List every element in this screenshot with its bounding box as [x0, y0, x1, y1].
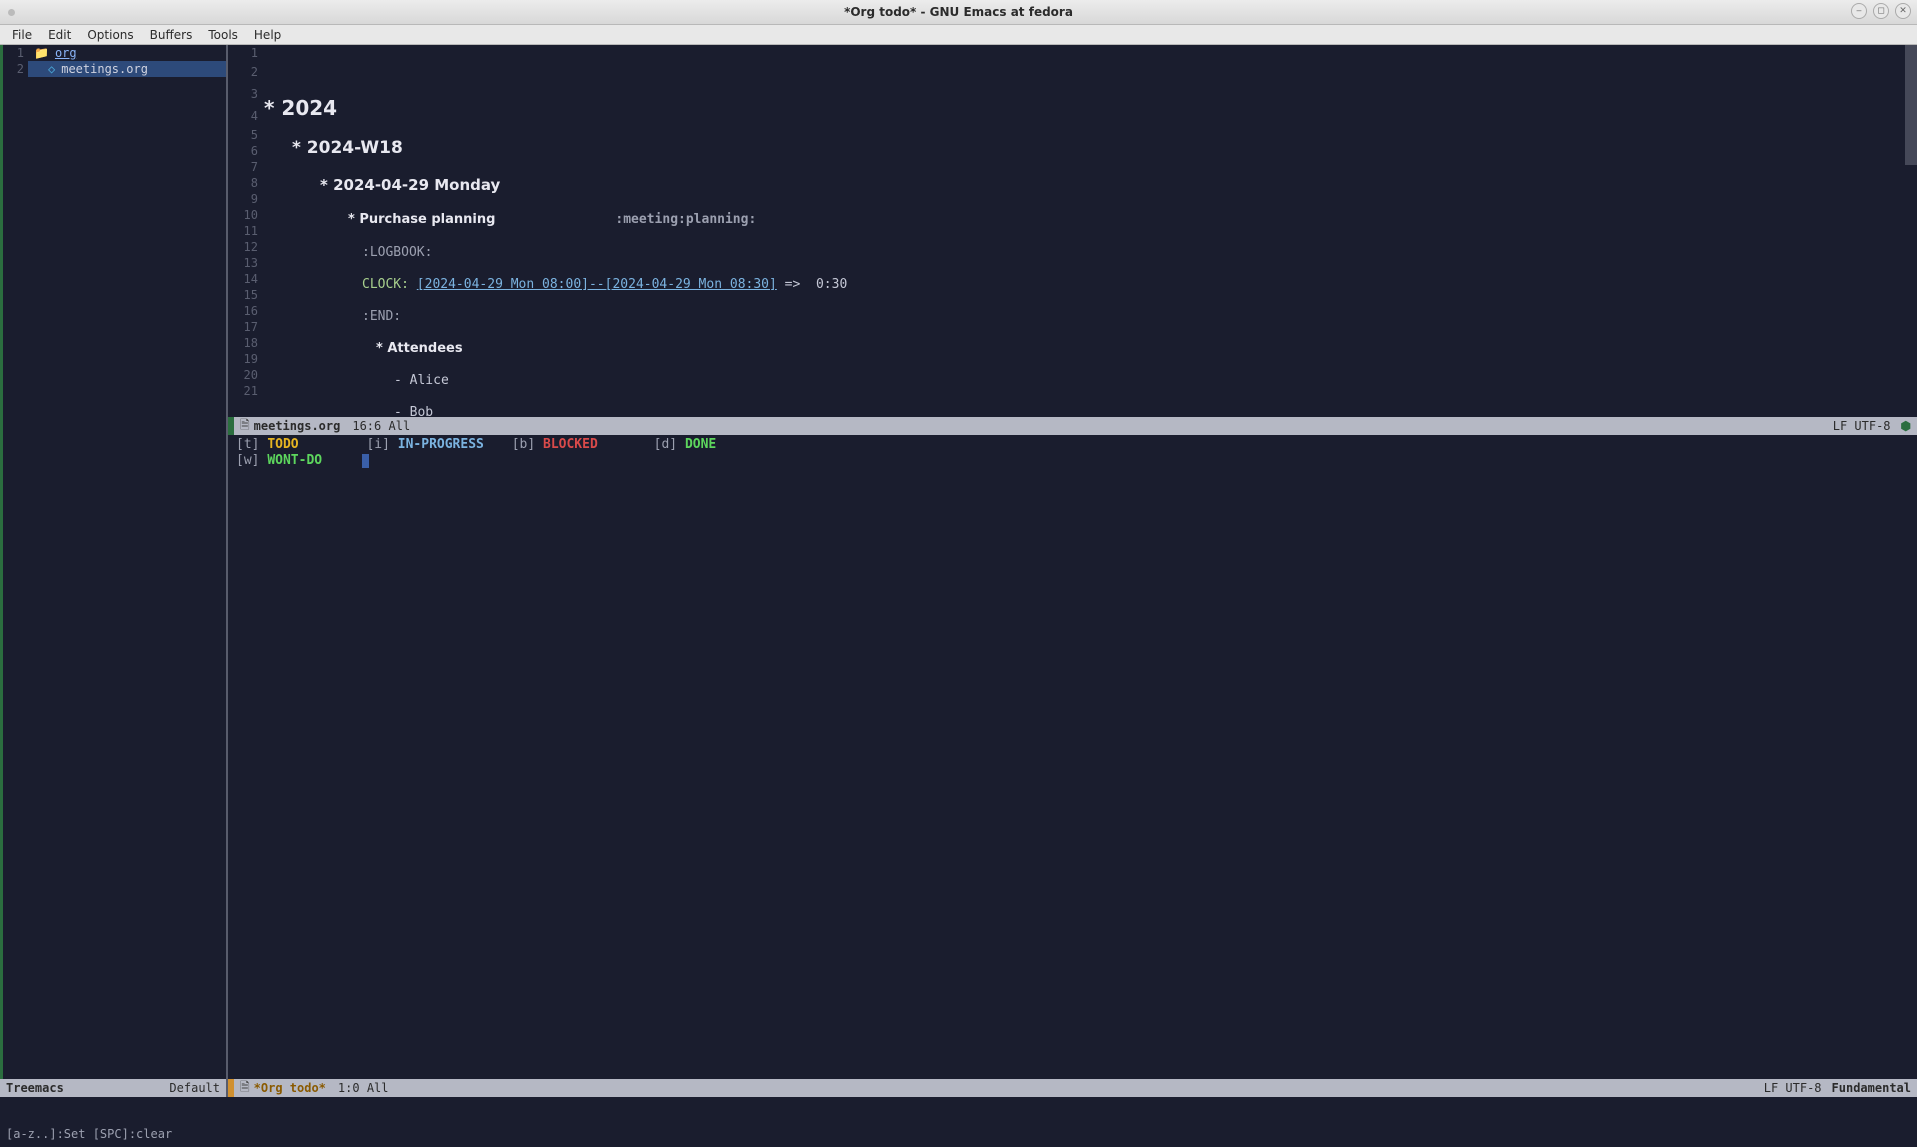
folder-icon: 📁 [34, 45, 49, 61]
window-titlebar: *Org todo* - GNU Emacs at fedora ‒ ◻ ✕ [0, 0, 1917, 25]
clock-timestamp: [2024-04-29 Mon 08:00]--[2024-04-29 Mon … [417, 277, 777, 292]
modeline-encoding: LF UTF-8 [1764, 1081, 1822, 1095]
window-controls: ‒ ◻ ✕ [1851, 3, 1911, 19]
todo-option-wont-do[interactable]: WONT-DO [267, 453, 322, 468]
main-area: 1 2 3 4 5 6 7 8 9 10 11 12 13 14 15 16 1… [228, 45, 1917, 1147]
org-buffer[interactable]: 1 2 3 4 5 6 7 8 9 10 11 12 13 14 15 16 1… [228, 45, 1917, 423]
sidebar-gutter: 1 2 [0, 45, 28, 1147]
tree-file-label: meetings.org [61, 61, 148, 77]
line-number-gutter: 1 2 3 4 5 6 7 8 9 10 11 12 13 14 15 16 1… [228, 45, 264, 423]
org-mode-icon: ⬢ [1901, 419, 1911, 433]
tree-root-label: org [55, 45, 77, 61]
buffer-modeline: 🗎 meetings.org 16:6 All LF UTF-8 ⬢ [228, 417, 1917, 435]
modeline-encoding: LF UTF-8 [1833, 419, 1891, 433]
todo-option-blocked[interactable]: BLOCKED [543, 437, 598, 452]
attendee-item: - Alice [264, 373, 1917, 389]
menu-tools[interactable]: Tools [200, 26, 246, 44]
treemacs-sidebar[interactable]: 1 2 📁 org ◇ meetings.org Treemacs Defaul… [0, 45, 228, 1147]
heading-year: * 2024 [264, 95, 1917, 121]
echo-area: [a-z..]:Set [SPC]:clear [0, 1097, 1917, 1147]
menu-edit[interactable]: Edit [40, 26, 79, 44]
modeline-indicator [228, 417, 234, 435]
menu-options[interactable]: Options [79, 26, 141, 44]
tree-file-meetings[interactable]: ◇ meetings.org [28, 61, 226, 77]
modeline-scroll: All [389, 419, 411, 433]
todo-option-done[interactable]: DONE [685, 437, 716, 452]
clock-keyword: CLOCK: [362, 277, 409, 292]
tree-project-root[interactable]: 📁 org [28, 45, 226, 61]
prompt-cursor [362, 454, 369, 468]
echo-text: [a-z..]:Set [SPC]:clear [6, 1127, 172, 1141]
org-content[interactable]: * 2024 * 2024-W18 * 2024-04-29 Monday * … [264, 45, 1917, 423]
scrollbar[interactable] [1905, 45, 1917, 165]
drawer-open: :LOGBOOK: [362, 245, 432, 260]
treemacs-modeline: Treemacs Default [0, 1079, 226, 1097]
modeline-position: 16:6 [352, 419, 381, 433]
todo-option-in-progress[interactable]: IN-PROGRESS [398, 437, 484, 452]
org-tags: :meeting:planning: [615, 211, 756, 229]
titlebar-dot [8, 9, 15, 16]
treemacs-modeline-mode: Default [169, 1081, 220, 1095]
file-icon: 🗎 [240, 1078, 250, 1099]
drawer-close: :END: [362, 309, 401, 324]
minimize-button[interactable]: ‒ [1851, 3, 1867, 19]
modeline-buffer-name: *Org todo* [254, 1081, 326, 1095]
menu-file[interactable]: File [4, 26, 40, 44]
close-button[interactable]: ✕ [1895, 3, 1911, 19]
maximize-button[interactable]: ◻ [1873, 3, 1889, 19]
todo-option-todo[interactable]: TODO [267, 437, 298, 452]
menu-bar: File Edit Options Buffers Tools Help [0, 25, 1917, 45]
modeline-position: 1:0 [338, 1081, 360, 1095]
modeline-major-mode: Fundamental [1832, 1081, 1911, 1095]
modeline-scroll: All [367, 1081, 389, 1095]
modeline-indicator-modified [228, 1079, 234, 1097]
menu-buffers[interactable]: Buffers [142, 26, 201, 44]
heading-meeting: * Purchase planning:meeting:planning: [264, 211, 1917, 229]
heading-week: * 2024-W18 [264, 137, 1917, 159]
minibuffer-modeline: 🗎 *Org todo* 1:0 All LF UTF-8 Fundamenta… [228, 1079, 1917, 1097]
window-title: *Org todo* - GNU Emacs at fedora [844, 5, 1073, 19]
org-todo-prompt[interactable]: [t] TODO [i] IN-PROGRESS [b] BLOCKED [d]… [228, 435, 1917, 1147]
modeline-filename: meetings.org [254, 419, 341, 433]
menu-help[interactable]: Help [246, 26, 289, 44]
treemacs-modeline-name: Treemacs [6, 1081, 64, 1095]
heading-day: * 2024-04-29 Monday [264, 175, 1917, 195]
file-icon: 🗎 [240, 416, 250, 437]
org-file-icon: ◇ [48, 61, 55, 77]
heading-attendees: * Attendees [264, 341, 1917, 357]
